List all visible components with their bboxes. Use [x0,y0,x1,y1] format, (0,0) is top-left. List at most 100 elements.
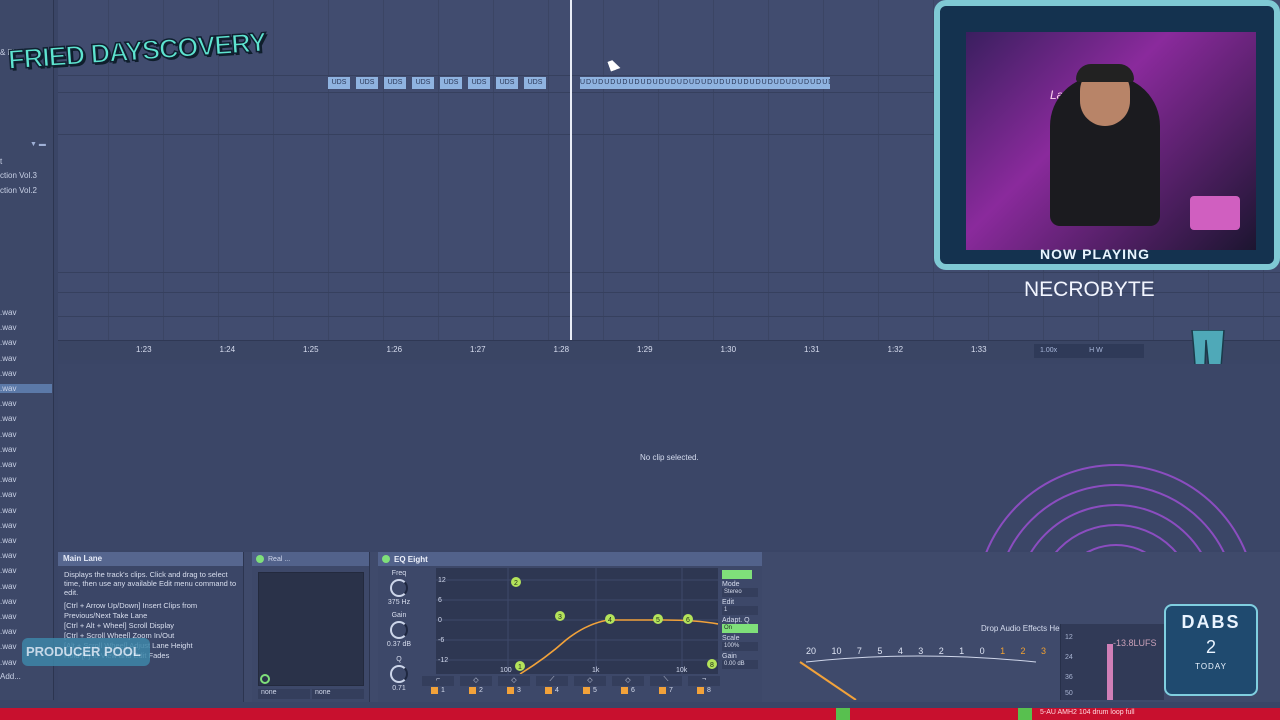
band-active-icon[interactable] [545,687,553,694]
eq-view-toggle[interactable] [722,570,752,579]
browser-file-item[interactable]: .wav [0,475,16,484]
audio-clip[interactable]: UDS [412,77,434,89]
browser-file-item[interactable]: .wav [0,460,16,469]
audio-clip[interactable]: UDS [524,77,546,89]
browser-item[interactable]: ction Vol.2 [0,186,37,195]
band-active-icon[interactable] [621,687,629,694]
browser-file-item[interactable]: .wav [0,445,16,454]
gain-dial-icon[interactable] [390,621,408,639]
ruler-tick: 1:26 [386,345,403,354]
eq-band-controls: ⌐ 1 ◇ 2 ◇ 3 ⟋ 4 ◇ 5 ◇ 6 ⟍ 7 ¬ 8 [422,676,720,698]
freq-knob[interactable]: Freq 375 Hz [382,570,416,606]
audio-clip[interactable]: UDS [440,77,462,89]
edit-select[interactable]: 1 [722,606,758,615]
eq-band-button[interactable]: ◇ 5 [574,676,606,698]
device-header[interactable]: Real ... [252,552,369,566]
browser-file-item[interactable]: .wav [0,506,16,515]
eq-graph[interactable]: 12 6 0 -6 -12 100 1k 10k 2 3 4 5 6 1 8 [436,568,718,674]
grid-line [878,0,879,340]
browser-add[interactable]: Add... [0,672,21,681]
browser-file-item[interactable]: .wav [0,308,16,317]
status-indicator[interactable] [836,708,850,720]
freq-dial-icon[interactable] [390,579,408,597]
browser-file-item[interactable]: .wav [0,658,16,667]
browser-file-item[interactable]: .wav [0,323,16,332]
filter-shape-icon[interactable]: ⟍ [650,676,682,686]
filter-shape-icon[interactable]: ¬ [688,676,720,686]
band-active-icon[interactable] [697,687,705,694]
browser-file-item[interactable]: .wav [0,430,16,439]
eq-header[interactable]: EQ Eight [378,552,762,566]
filter-shape-icon[interactable]: ◇ [612,676,644,686]
audio-clip[interactable]: UDS [468,77,490,89]
audio-clip[interactable]: UDS [328,77,350,89]
browser-item[interactable]: ction Vol.3 [0,171,37,180]
filter-shape-icon[interactable]: ⌐ [422,676,454,686]
filter-shape-icon[interactable]: ◇ [574,676,606,686]
zoom-display[interactable]: 1.00x H W [1034,344,1144,358]
vu-scale-label: 20 [806,646,817,656]
eq-band-node-label: 5 [656,617,660,624]
scale-value[interactable]: 100% [722,642,758,651]
eq-band-button[interactable]: ⌐ 1 [422,676,454,698]
track-lane[interactable] [58,272,1280,273]
eq-band-button[interactable]: ⟍ 7 [650,676,682,698]
status-indicator[interactable] [1018,708,1032,720]
browser-file-item[interactable]: .wav [0,597,16,606]
browser-file-item[interactable]: .wav [0,521,16,530]
filter-shape-icon[interactable]: ◇ [498,676,530,686]
audio-clip[interactable]: UDS [356,77,378,89]
input-select[interactable]: none [258,689,310,699]
q-knob[interactable]: Q 0.71 [382,656,416,692]
browser-file-item[interactable]: .wav [0,536,16,545]
audio-clip[interactable]: UDUDUDUDUDUDUDUDUDUDUDUDUDUDUDUDUDUDUDUD… [580,77,830,89]
eq-side-panel: Mode Stereo Edit 1 Adapt. Q On Scale 100… [722,570,758,671]
browser-file-item[interactable]: .wav [0,414,16,423]
track-lane[interactable] [58,316,1280,317]
browser-file-item[interactable]: .wav [0,566,16,575]
filter-shape-icon[interactable]: ◇ [460,676,492,686]
browser-file-item[interactable]: .wav [0,582,16,591]
q-dial-icon[interactable] [390,665,408,683]
dabs-count: 2 [1205,637,1216,657]
band-active-icon[interactable] [507,687,515,694]
browser-file-item[interactable]: .wav [0,612,16,621]
collapse-arrow-icon[interactable]: ▼ ▬ [30,141,48,149]
browser-file-item[interactable]: .wav [0,384,52,393]
adapt-q-toggle[interactable]: On [722,624,758,633]
browser-file-item[interactable]: .wav [0,399,16,408]
browser-file-item[interactable]: .wav [0,627,16,636]
browser-file-item[interactable]: .wav [0,369,16,378]
band-active-icon[interactable] [583,687,591,694]
audio-clip[interactable]: UDS [496,77,518,89]
now-playing-label: NOW PLAYING [1040,246,1151,262]
audio-clip[interactable]: UDS [384,77,406,89]
browser-file-item[interactable]: .wav [0,338,16,347]
output-select[interactable]: none [312,689,364,699]
browser-file-item[interactable]: .wav [0,354,16,363]
playhead[interactable] [570,0,572,342]
shortcut-line: [Ctrl + Alt + Wheel] Scroll Display [64,621,175,630]
eq-band-button[interactable]: ◇ 3 [498,676,530,698]
band-active-icon[interactable] [431,687,439,694]
band-active-icon[interactable] [469,687,477,694]
band-active-icon[interactable] [659,687,667,694]
browser-file-item[interactable]: .wav [0,490,16,499]
filter-shape-icon[interactable]: ⟋ [536,676,568,686]
browser-item[interactable]: t [0,157,2,166]
gain-knob[interactable]: Gain 0.37 dB [382,612,416,648]
eq-power-icon[interactable] [382,555,390,563]
eq-band-node-label: 4 [608,617,612,624]
eq-band-button[interactable]: ¬ 8 [688,676,720,698]
band-number: 3 [498,687,530,694]
browser-file-item[interactable]: .wav [0,642,16,651]
mode-select[interactable]: Stereo [722,588,758,597]
device-power-icon[interactable] [256,555,264,563]
eq-band-button[interactable]: ◇ 2 [460,676,492,698]
db-tick: 0 [438,617,442,624]
eq-band-button[interactable]: ◇ 6 [612,676,644,698]
browser-file-item[interactable]: .wav [0,551,16,560]
output-gain-value[interactable]: 0.00 dB [722,660,758,669]
vu-scale-label: 2 [938,646,944,656]
eq-band-button[interactable]: ⟋ 4 [536,676,568,698]
